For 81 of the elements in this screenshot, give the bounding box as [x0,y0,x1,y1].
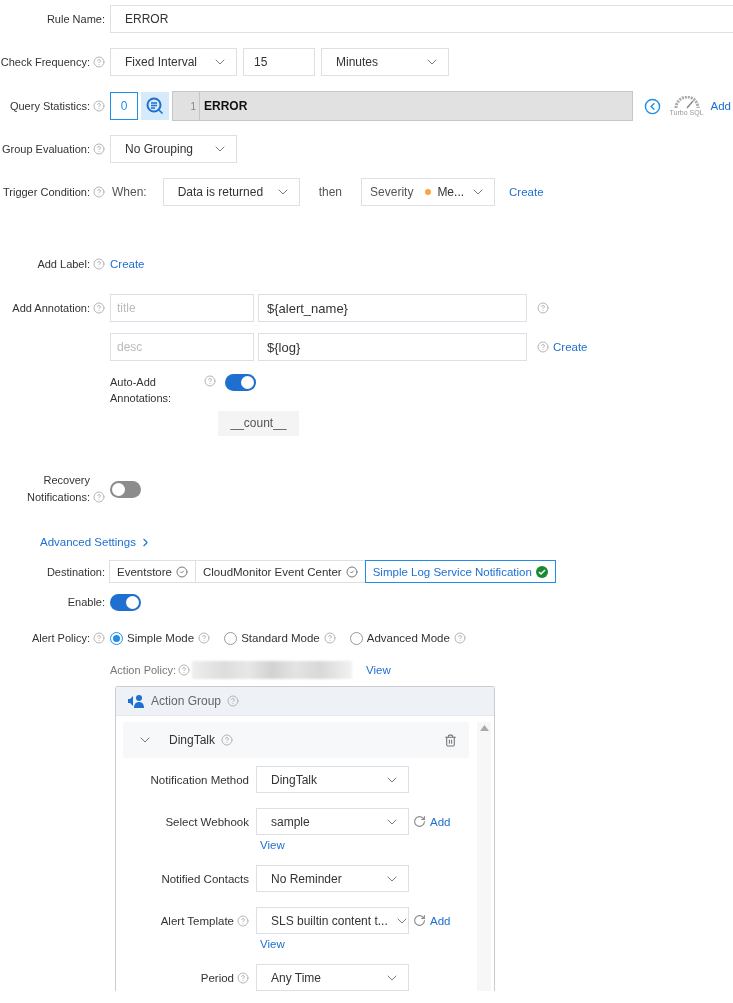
check-icon [345,565,358,578]
select-field[interactable]: sample [256,808,409,835]
create-link[interactable]: Create [553,341,588,353]
help-icon [537,341,549,353]
help-icon [204,375,216,387]
refresh-icon[interactable] [413,914,426,927]
scrollbar[interactable] [477,722,491,991]
field-label: Add Annotation: [12,302,90,314]
interval-field[interactable]: 15 [243,48,315,76]
view-link[interactable]: View [366,664,391,676]
delete-icon[interactable] [444,733,457,747]
create-link[interactable]: Create [509,186,544,198]
query-editor[interactable]: 1 ERROR [172,91,633,121]
toggle-switch[interactable] [110,593,141,611]
help-icon [227,695,240,707]
help-icon [178,664,191,676]
select-field[interactable]: Minutes [321,48,449,76]
search-icon [146,97,164,115]
field-label: Query Statistics: [9,100,90,112]
field-label: Trigger Condition: [2,186,90,198]
select-field[interactable]: Data is returned [162,178,300,206]
advanced-settings-link[interactable]: Advanced Settings [40,535,152,549]
create-link[interactable]: Create [110,258,145,270]
severity-select[interactable]: Severity Me... [361,178,496,206]
select-field[interactable]: SLS builtin content t... [256,907,409,934]
person-icon [127,694,145,708]
field-label: Rule Name: [46,13,105,25]
field-label: Check Frequency: [0,56,90,68]
query-index-button[interactable]: 0 [110,92,138,120]
field-label: Recovery Notifications: [26,473,90,505]
field-label: Destination: [46,565,105,578]
help-icon [453,632,466,644]
help-icon [537,302,549,314]
when-label: When: [112,185,147,199]
help-icon [221,734,234,746]
select-field[interactable]: Fixed Interval [110,48,237,76]
add-link[interactable]: Add [710,100,731,112]
annotation-value-field[interactable]: ${alert_name} [258,294,527,322]
help-icon [323,632,336,644]
view-link[interactable]: View [260,839,451,851]
destination-tab[interactable]: CloudMonitor Event Center [195,560,366,583]
then-label: then [318,185,343,199]
mode-radio[interactable]: Simple Mode [110,631,211,645]
toggle-switch[interactable] [225,374,256,391]
help-icon [198,632,211,644]
annotation-tag: __count__ [218,410,299,436]
toggle-switch[interactable] [110,481,141,498]
collapse-icon[interactable] [643,97,661,115]
field-label: Alert Template [160,914,234,927]
scroll-up-icon [479,725,489,731]
add-link[interactable]: Add [430,914,451,927]
select-field[interactable]: No Reminder [256,865,409,892]
destination-tab[interactable]: Eventstore [109,560,196,583]
field-label: Group Evaluation: [1,143,90,155]
refresh-icon[interactable] [413,815,426,828]
select-field[interactable]: Any Time [256,964,409,991]
search-button[interactable] [141,92,169,120]
check-icon [176,565,188,578]
rule-name-field[interactable]: ERROR [110,5,733,33]
severity-dot [425,189,432,195]
field-label: Action Policy: [110,664,177,676]
mode-radio[interactable]: Standard Mode [224,631,336,645]
mode-radio[interactable]: Advanced Mode [349,631,466,645]
add-link[interactable]: Add [430,815,451,828]
field-label: Period [200,971,234,984]
view-link[interactable]: View [260,938,451,950]
field-label: Select Webhook [165,815,249,828]
channel-header[interactable]: DingTalk [123,722,469,758]
field-label: Add Label: [37,258,90,270]
field-label: Enable: [67,596,105,608]
annotation-value-field[interactable]: ${log} [258,333,527,361]
field-label: Notification Method [150,773,249,786]
field-label: Alert Policy: [31,632,90,644]
gauge-icon [673,95,700,109]
check-icon [535,565,548,578]
panel-title: Action Group [151,694,222,708]
select-field[interactable]: DingTalk [256,766,409,793]
field-label: Auto-Add Annotations: [110,375,173,406]
field-label: Notified Contacts [161,872,249,885]
destination-tab[interactable]: Simple Log Service Notification [364,560,556,583]
select-field[interactable]: No Grouping [110,135,237,163]
